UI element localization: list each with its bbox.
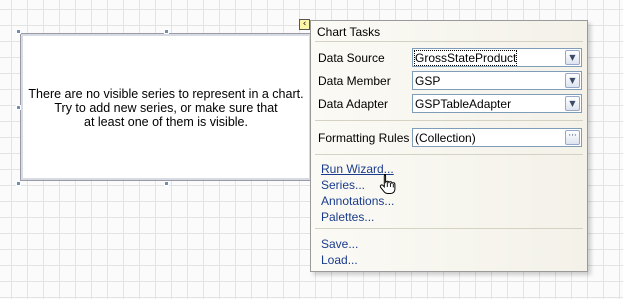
data-member-dropdown[interactable]: GSP ▼ [412, 71, 582, 90]
data-member-value: GSP [415, 74, 441, 88]
save-link[interactable]: Save... [321, 237, 358, 251]
data-source-value: GrossStateProduct [413, 50, 518, 66]
resize-handle-bottom-middle[interactable] [164, 181, 169, 186]
data-adapter-label: Data Adapter [318, 97, 389, 111]
resize-handle-top-middle[interactable] [164, 29, 169, 34]
data-adapter-dropdown[interactable]: GSPTableAdapter ▼ [412, 94, 582, 113]
palettes-link[interactable]: Palettes... [321, 210, 374, 224]
data-source-dropdown[interactable]: GrossStateProduct ▼ [412, 48, 582, 67]
empty-chart-message: There are no visible series to represent… [21, 87, 311, 129]
chart-tasks-panel: Chart Tasks Data Source GrossStateProduc… [310, 20, 588, 272]
smart-tag-button[interactable]: ‹ [299, 19, 310, 30]
empty-chart-message-line: There are no visible series to represent… [28, 87, 304, 101]
separator [315, 228, 583, 229]
resize-handle-middle-left[interactable] [16, 105, 21, 110]
resize-handle-bottom-left[interactable] [16, 181, 21, 186]
separator [315, 41, 583, 42]
data-adapter-value: GSPTableAdapter [415, 97, 512, 111]
annotations-link[interactable]: Annotations... [321, 194, 394, 208]
hand-cursor-icon [379, 174, 396, 194]
resize-handle-top-left[interactable] [16, 29, 21, 34]
formatting-rules-label: Formatting Rules [318, 131, 410, 145]
separator [315, 154, 583, 155]
chevron-down-icon[interactable]: ▼ [565, 50, 580, 65]
chevron-down-icon[interactable]: ▼ [565, 73, 580, 88]
panel-title: Chart Tasks [317, 25, 381, 39]
separator [315, 120, 583, 121]
chevron-down-icon[interactable]: ▼ [565, 96, 580, 111]
ellipsis-icon[interactable]: ··· [565, 130, 580, 145]
empty-chart-message-line: Try to add new series, or make sure that [54, 101, 278, 115]
data-member-label: Data Member [318, 74, 391, 88]
load-link[interactable]: Load... [321, 253, 358, 267]
formatting-rules-value: (Collection) [415, 131, 476, 145]
data-source-label: Data Source [318, 51, 385, 65]
chart-control[interactable]: There are no visible series to represent… [20, 33, 312, 181]
series-link[interactable]: Series... [321, 178, 365, 192]
empty-chart-message-line: at least one of them is visible. [84, 115, 248, 129]
chevron-left-icon: ‹ [302, 19, 307, 29]
formatting-rules-field[interactable]: (Collection) ··· [412, 128, 582, 147]
